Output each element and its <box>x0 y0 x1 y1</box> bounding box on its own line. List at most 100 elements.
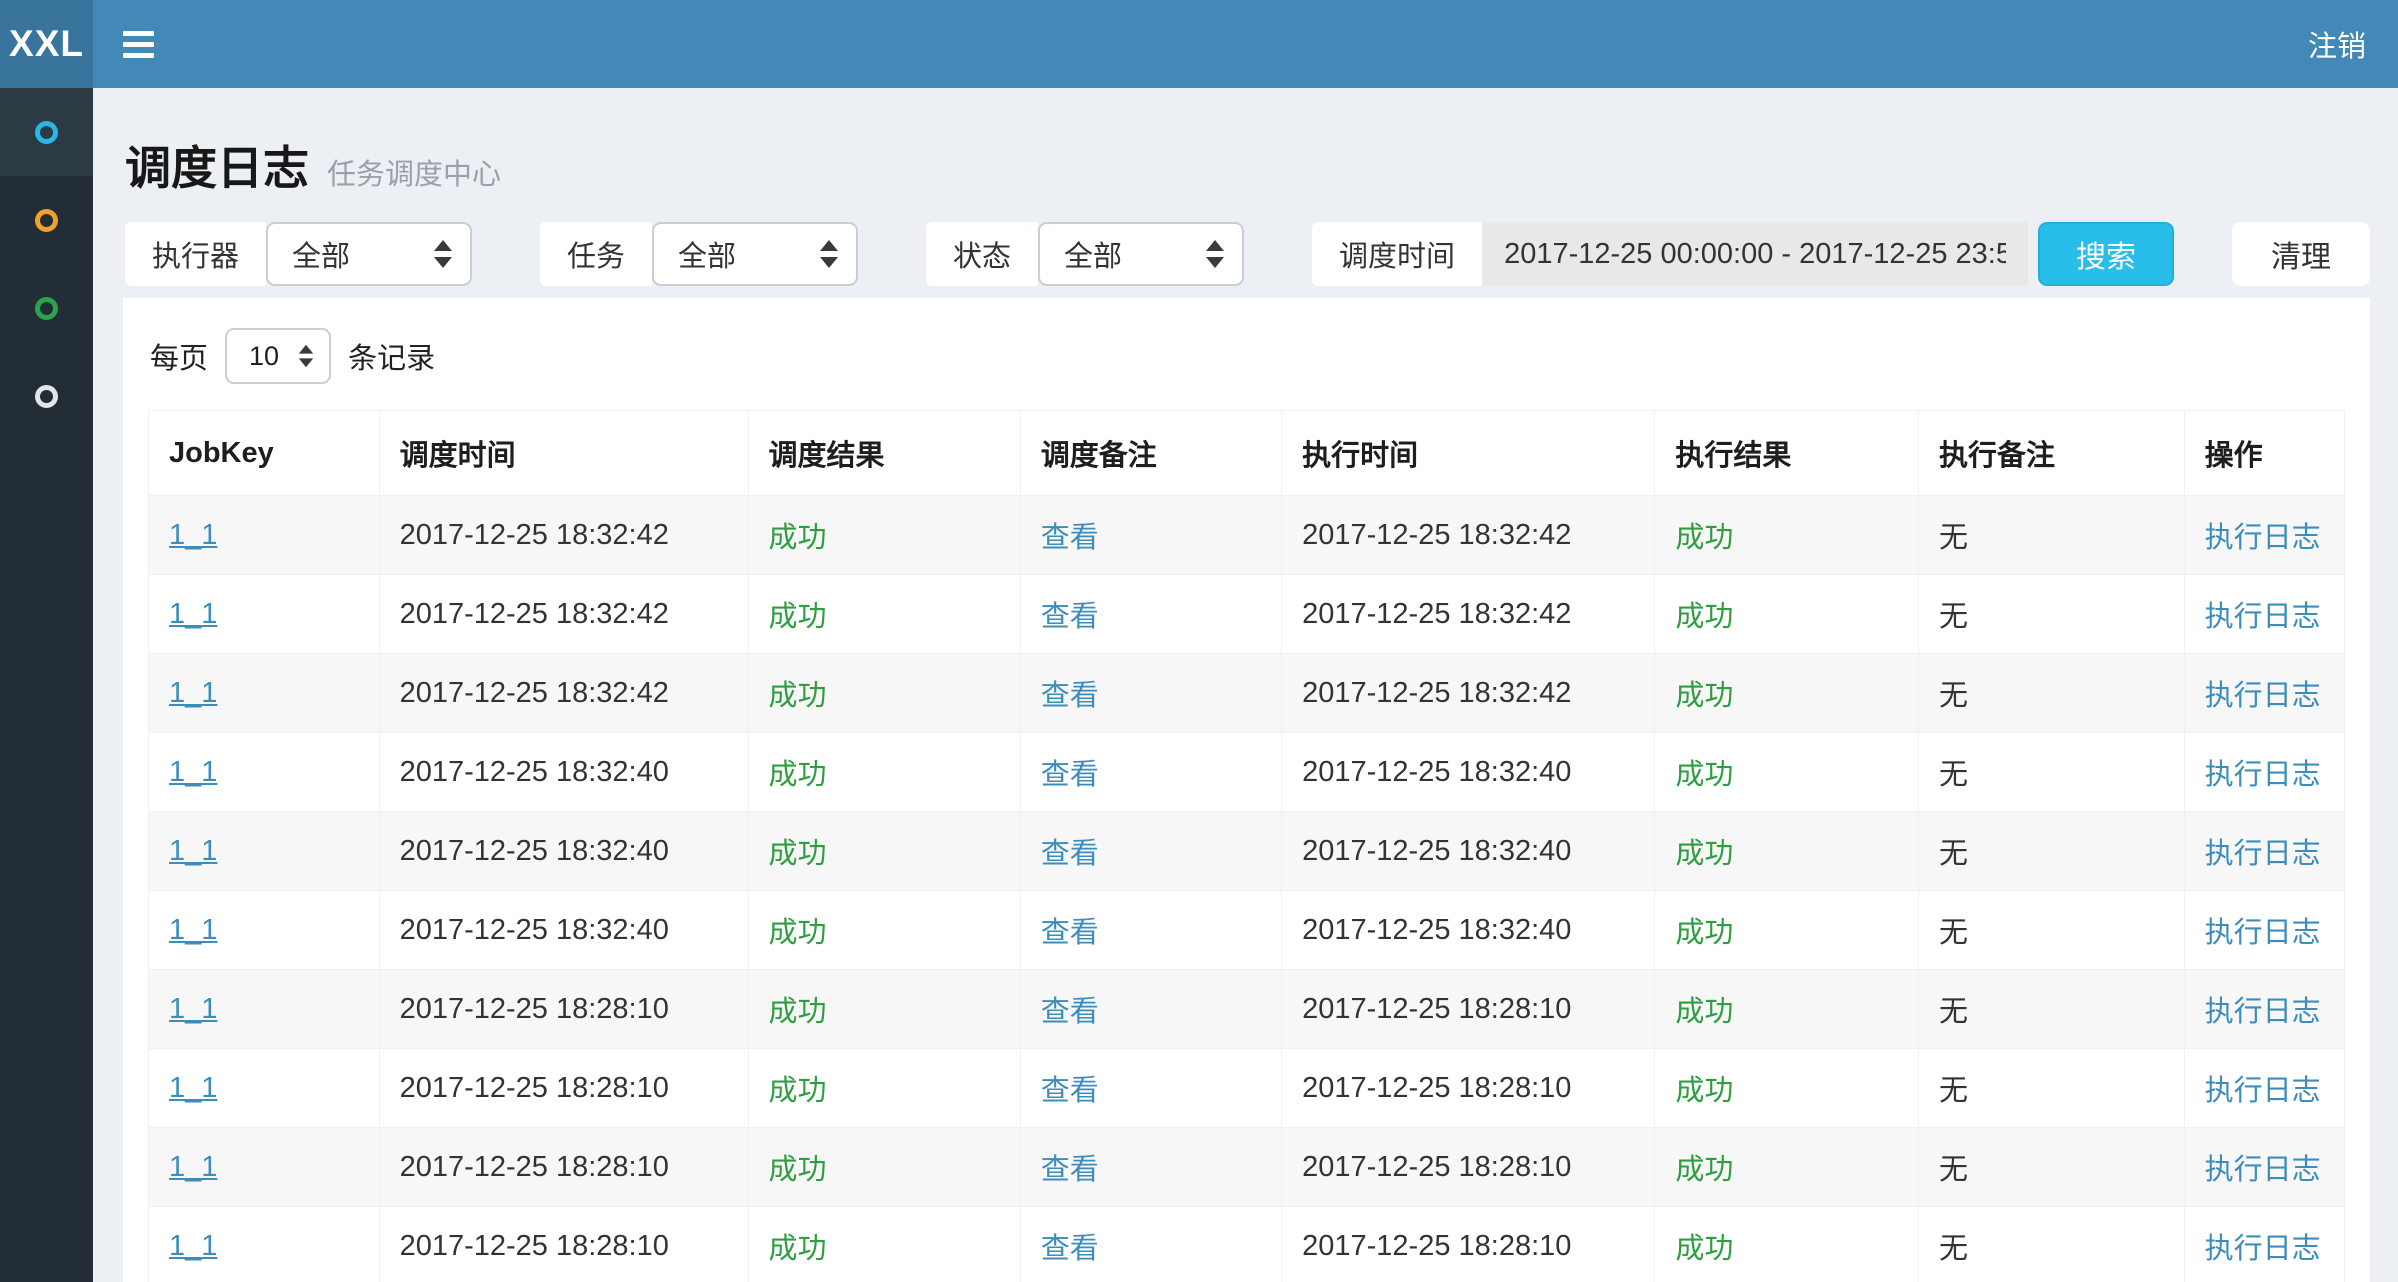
filter-bar: 执行器 全部 任务 全部 状态 全部 <box>125 222 2370 286</box>
trigger-time-cell: 2017-12-25 18:32:42 <box>379 575 748 654</box>
jobkey-link[interactable]: 1_1 <box>169 1072 217 1104</box>
trigger-result-cell: 成功 <box>748 970 1020 1049</box>
trigger-result-cell: 成功 <box>748 1207 1020 1282</box>
logout-button[interactable]: 注销 <box>2276 0 2398 88</box>
jobkey-link[interactable]: 1_1 <box>169 519 217 551</box>
clear-button[interactable]: 清理 <box>2232 222 2370 286</box>
main-content: 调度日志 任务调度中心 执行器 全部 任务 全部 状态 <box>93 88 2398 1282</box>
app-window: XXL 注销 调度日志 任务调度中心 执行器 <box>0 0 2398 1282</box>
handle-msg-cell: 无 <box>1918 1049 2184 1128</box>
exec-log-link[interactable]: 执行日志 <box>2205 601 2321 633</box>
trigger-time-range-input[interactable] <box>1482 222 2028 286</box>
col-trigger-result: 调度结果 <box>748 411 1020 496</box>
handle-msg-cell: 无 <box>1918 654 2184 733</box>
trigger-msg-link[interactable]: 查看 <box>1041 759 1099 791</box>
app-logo[interactable]: XXL <box>0 0 93 88</box>
trigger-result-cell: 成功 <box>748 1128 1020 1207</box>
col-handle-msg: 执行备注 <box>1918 411 2184 496</box>
trigger-result-cell: 成功 <box>748 812 1020 891</box>
hamburger-icon <box>123 31 154 36</box>
trigger-msg-link[interactable]: 查看 <box>1041 996 1099 1028</box>
table-row: 1_1 2017-12-25 18:32:40 成功 查看 2017-12-25… <box>149 733 2345 812</box>
circle-outline-icon <box>35 209 58 232</box>
sidebar-item-4[interactable] <box>0 352 93 440</box>
executor-select[interactable]: 全部 <box>266 222 472 286</box>
exec-log-link[interactable]: 执行日志 <box>2205 522 2321 554</box>
trigger-time-cell: 2017-12-25 18:32:42 <box>379 654 748 733</box>
handle-msg-cell: 无 <box>1918 970 2184 1049</box>
trigger-msg-link[interactable]: 查看 <box>1041 680 1099 712</box>
trigger-msg-link[interactable]: 查看 <box>1041 1075 1099 1107</box>
page-size-select[interactable]: 10 <box>225 328 331 384</box>
trigger-msg-link[interactable]: 查看 <box>1041 522 1099 554</box>
handle-time-cell: 2017-12-25 18:28:10 <box>1282 1207 1655 1282</box>
jobkey-link[interactable]: 1_1 <box>169 993 217 1025</box>
page-title: 调度日志 <box>125 132 309 198</box>
exec-log-link[interactable]: 执行日志 <box>2205 1154 2321 1186</box>
search-button[interactable]: 搜索 <box>2038 222 2174 286</box>
trigger-time-cell: 2017-12-25 18:28:10 <box>379 1207 748 1282</box>
handle-time-cell: 2017-12-25 18:28:10 <box>1282 970 1655 1049</box>
exec-log-link[interactable]: 执行日志 <box>2205 1233 2321 1265</box>
handle-time-cell: 2017-12-25 18:32:42 <box>1282 496 1655 575</box>
exec-log-link[interactable]: 执行日志 <box>2205 680 2321 712</box>
handle-msg-cell: 无 <box>1918 891 2184 970</box>
col-handle-time: 执行时间 <box>1282 411 1655 496</box>
jobkey-link[interactable]: 1_1 <box>169 598 217 630</box>
exec-log-link[interactable]: 执行日志 <box>2205 996 2321 1028</box>
page-size-prefix: 每页 <box>150 335 208 377</box>
handle-result-cell: 成功 <box>1655 891 1919 970</box>
handle-time-cell: 2017-12-25 18:32:40 <box>1282 891 1655 970</box>
sidebar-item-2[interactable] <box>0 176 93 264</box>
handle-time-cell: 2017-12-25 18:32:42 <box>1282 575 1655 654</box>
trigger-result-cell: 成功 <box>748 575 1020 654</box>
col-handle-result: 执行结果 <box>1655 411 1919 496</box>
page-size-control: 每页 10 条记录 <box>150 328 2345 384</box>
jobkey-link[interactable]: 1_1 <box>169 914 217 946</box>
log-table: JobKey 调度时间 调度结果 调度备注 执行时间 执行结果 执行备注 操作 … <box>148 410 2345 1282</box>
sidebar-item-1[interactable] <box>0 88 93 176</box>
status-select[interactable]: 全部 <box>1038 222 1244 286</box>
trigger-msg-link[interactable]: 查看 <box>1041 917 1099 949</box>
exec-log-link[interactable]: 执行日志 <box>2205 917 2321 949</box>
job-select[interactable]: 全部 <box>652 222 858 286</box>
trigger-msg-link[interactable]: 查看 <box>1041 1233 1099 1265</box>
handle-result-cell: 成功 <box>1655 1128 1919 1207</box>
jobkey-link[interactable]: 1_1 <box>169 1151 217 1183</box>
handle-time-cell: 2017-12-25 18:28:10 <box>1282 1049 1655 1128</box>
col-action: 操作 <box>2184 411 2344 496</box>
trigger-result-cell: 成功 <box>748 496 1020 575</box>
jobkey-link[interactable]: 1_1 <box>169 1230 217 1262</box>
trigger-result-cell: 成功 <box>748 733 1020 812</box>
table-row: 1_1 2017-12-25 18:32:42 成功 查看 2017-12-25… <box>149 575 2345 654</box>
handle-time-cell: 2017-12-25 18:28:10 <box>1282 1128 1655 1207</box>
table-row: 1_1 2017-12-25 18:32:40 成功 查看 2017-12-25… <box>149 812 2345 891</box>
col-trigger-time: 调度时间 <box>379 411 748 496</box>
circle-outline-icon <box>35 297 58 320</box>
exec-log-link[interactable]: 执行日志 <box>2205 1075 2321 1107</box>
sidebar-toggle-button[interactable] <box>93 0 184 88</box>
jobkey-link[interactable]: 1_1 <box>169 835 217 867</box>
exec-log-link[interactable]: 执行日志 <box>2205 838 2321 870</box>
jobkey-link[interactable]: 1_1 <box>169 756 217 788</box>
handle-msg-cell: 无 <box>1918 496 2184 575</box>
trigger-time-cell: 2017-12-25 18:32:40 <box>379 812 748 891</box>
table-header-row: JobKey 调度时间 调度结果 调度备注 执行时间 执行结果 执行备注 操作 <box>149 411 2345 496</box>
handle-result-cell: 成功 <box>1655 812 1919 891</box>
sidebar-item-3[interactable] <box>0 264 93 352</box>
trigger-time-cell: 2017-12-25 18:32:40 <box>379 733 748 812</box>
table-row: 1_1 2017-12-25 18:32:40 成功 查看 2017-12-25… <box>149 891 2345 970</box>
trigger-time-filter-group: 调度时间 <box>1312 222 2028 286</box>
select-caret-icon <box>434 240 452 268</box>
trigger-msg-link[interactable]: 查看 <box>1041 601 1099 633</box>
trigger-msg-link[interactable]: 查看 <box>1041 838 1099 870</box>
exec-log-link[interactable]: 执行日志 <box>2205 759 2321 791</box>
trigger-time-label: 调度时间 <box>1312 222 1482 286</box>
jobkey-link[interactable]: 1_1 <box>169 677 217 709</box>
handle-msg-cell: 无 <box>1918 812 2184 891</box>
trigger-time-cell: 2017-12-25 18:28:10 <box>379 1049 748 1128</box>
hamburger-icon <box>123 53 154 58</box>
status-filter-group: 状态 全部 <box>926 222 1244 286</box>
trigger-msg-link[interactable]: 查看 <box>1041 1154 1099 1186</box>
select-caret-icon <box>299 345 313 367</box>
